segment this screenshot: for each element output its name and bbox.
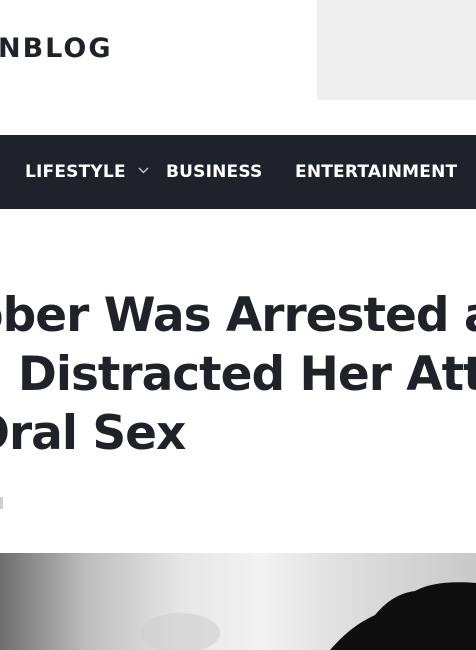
nav-item-entertainment[interactable]: ENTERTAINMENT <box>295 135 457 209</box>
article-title-line: bber Was Arrested a <box>0 288 476 343</box>
nav-item-label: BUSINESS <box>166 162 263 182</box>
nav-item-lifestyle[interactable]: LIFESTYLE <box>25 135 149 209</box>
main-navigation: LIFESTYLE BUSINESS ENTERTAINMENT <box>0 135 476 209</box>
header-ad-placeholder <box>317 0 476 100</box>
featured-image <box>0 553 476 650</box>
nav-item-business[interactable]: BUSINESS <box>166 135 263 209</box>
article-title-container: bber Was Arrested a n Distracted Her Att… <box>0 280 476 470</box>
site-logo[interactable]: NBLOG <box>0 33 113 64</box>
article-title-line: Oral Sex <box>0 406 186 461</box>
nav-item-label: LIFESTYLE <box>25 162 126 182</box>
article-title: bber Was Arrested a n Distracted Her Att… <box>0 286 476 463</box>
nav-item-label: ENTERTAINMENT <box>295 162 458 182</box>
chevron-down-icon <box>138 135 149 206</box>
article-title-line: n Distracted Her Atte <box>0 347 476 402</box>
site-header: NBLOG <box>0 0 476 135</box>
meta-separator <box>0 497 3 509</box>
